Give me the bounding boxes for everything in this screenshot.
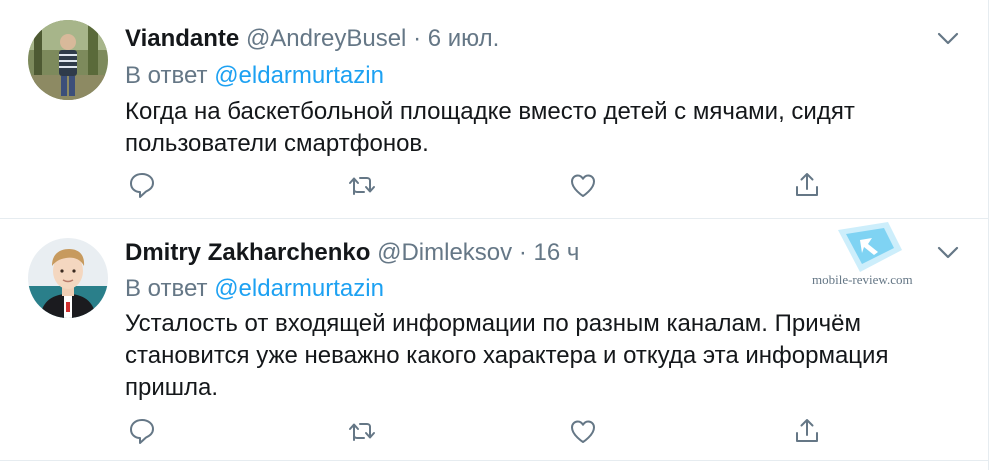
tweet-actions [125, 416, 845, 448]
like-icon[interactable] [568, 416, 598, 446]
timestamp[interactable]: 16 ч [533, 239, 579, 266]
tweet-header: Dmitry Zakharchenko @Dimleksov · 16 ч [125, 238, 579, 268]
chevron-down-icon[interactable] [936, 242, 960, 262]
retweet-icon[interactable] [347, 170, 377, 200]
share-icon[interactable] [792, 170, 822, 200]
retweet-icon[interactable] [347, 416, 377, 446]
timestamp[interactable]: 6 июл. [428, 25, 500, 52]
separator-dot: · [413, 25, 422, 52]
reply-mention-link[interactable]: @eldarmurtazin [214, 62, 384, 89]
reply-icon[interactable] [127, 170, 157, 200]
avatar[interactable] [28, 20, 108, 100]
display-name[interactable]: Dmitry Zakharchenko [125, 239, 370, 266]
reply-context: В ответ @eldarmurtazin [125, 275, 384, 303]
avatar[interactable] [28, 238, 108, 318]
user-handle[interactable]: @AndreyBusel [246, 25, 406, 52]
tweet-text: Когда на баскетбольной площадке вместо д… [125, 98, 855, 157]
reply-prefix: В ответ [125, 275, 208, 302]
like-icon[interactable] [568, 170, 598, 200]
tweet[interactable]: Viandante @AndreyBusel · 6 июл. В ответ … [0, 0, 988, 219]
tweet-header: Viandante @AndreyBusel · 6 июл. [125, 24, 499, 54]
separator-dot: · [518, 239, 527, 266]
display-name[interactable]: Viandante [125, 25, 239, 52]
tweet-actions [125, 170, 845, 202]
chevron-down-icon[interactable] [936, 28, 960, 48]
watermark-text: mobile-review.com [812, 272, 913, 287]
reply-prefix: В ответ [125, 62, 208, 89]
user-handle[interactable]: @Dimleksov [377, 239, 512, 266]
reply-icon[interactable] [127, 416, 157, 446]
reply-mention-link[interactable]: @eldarmurtazin [214, 275, 384, 302]
tweet-text: Усталость от входящей информации по разн… [125, 310, 889, 401]
reply-context: В ответ @eldarmurtazin [125, 62, 384, 90]
share-icon[interactable] [792, 416, 822, 446]
